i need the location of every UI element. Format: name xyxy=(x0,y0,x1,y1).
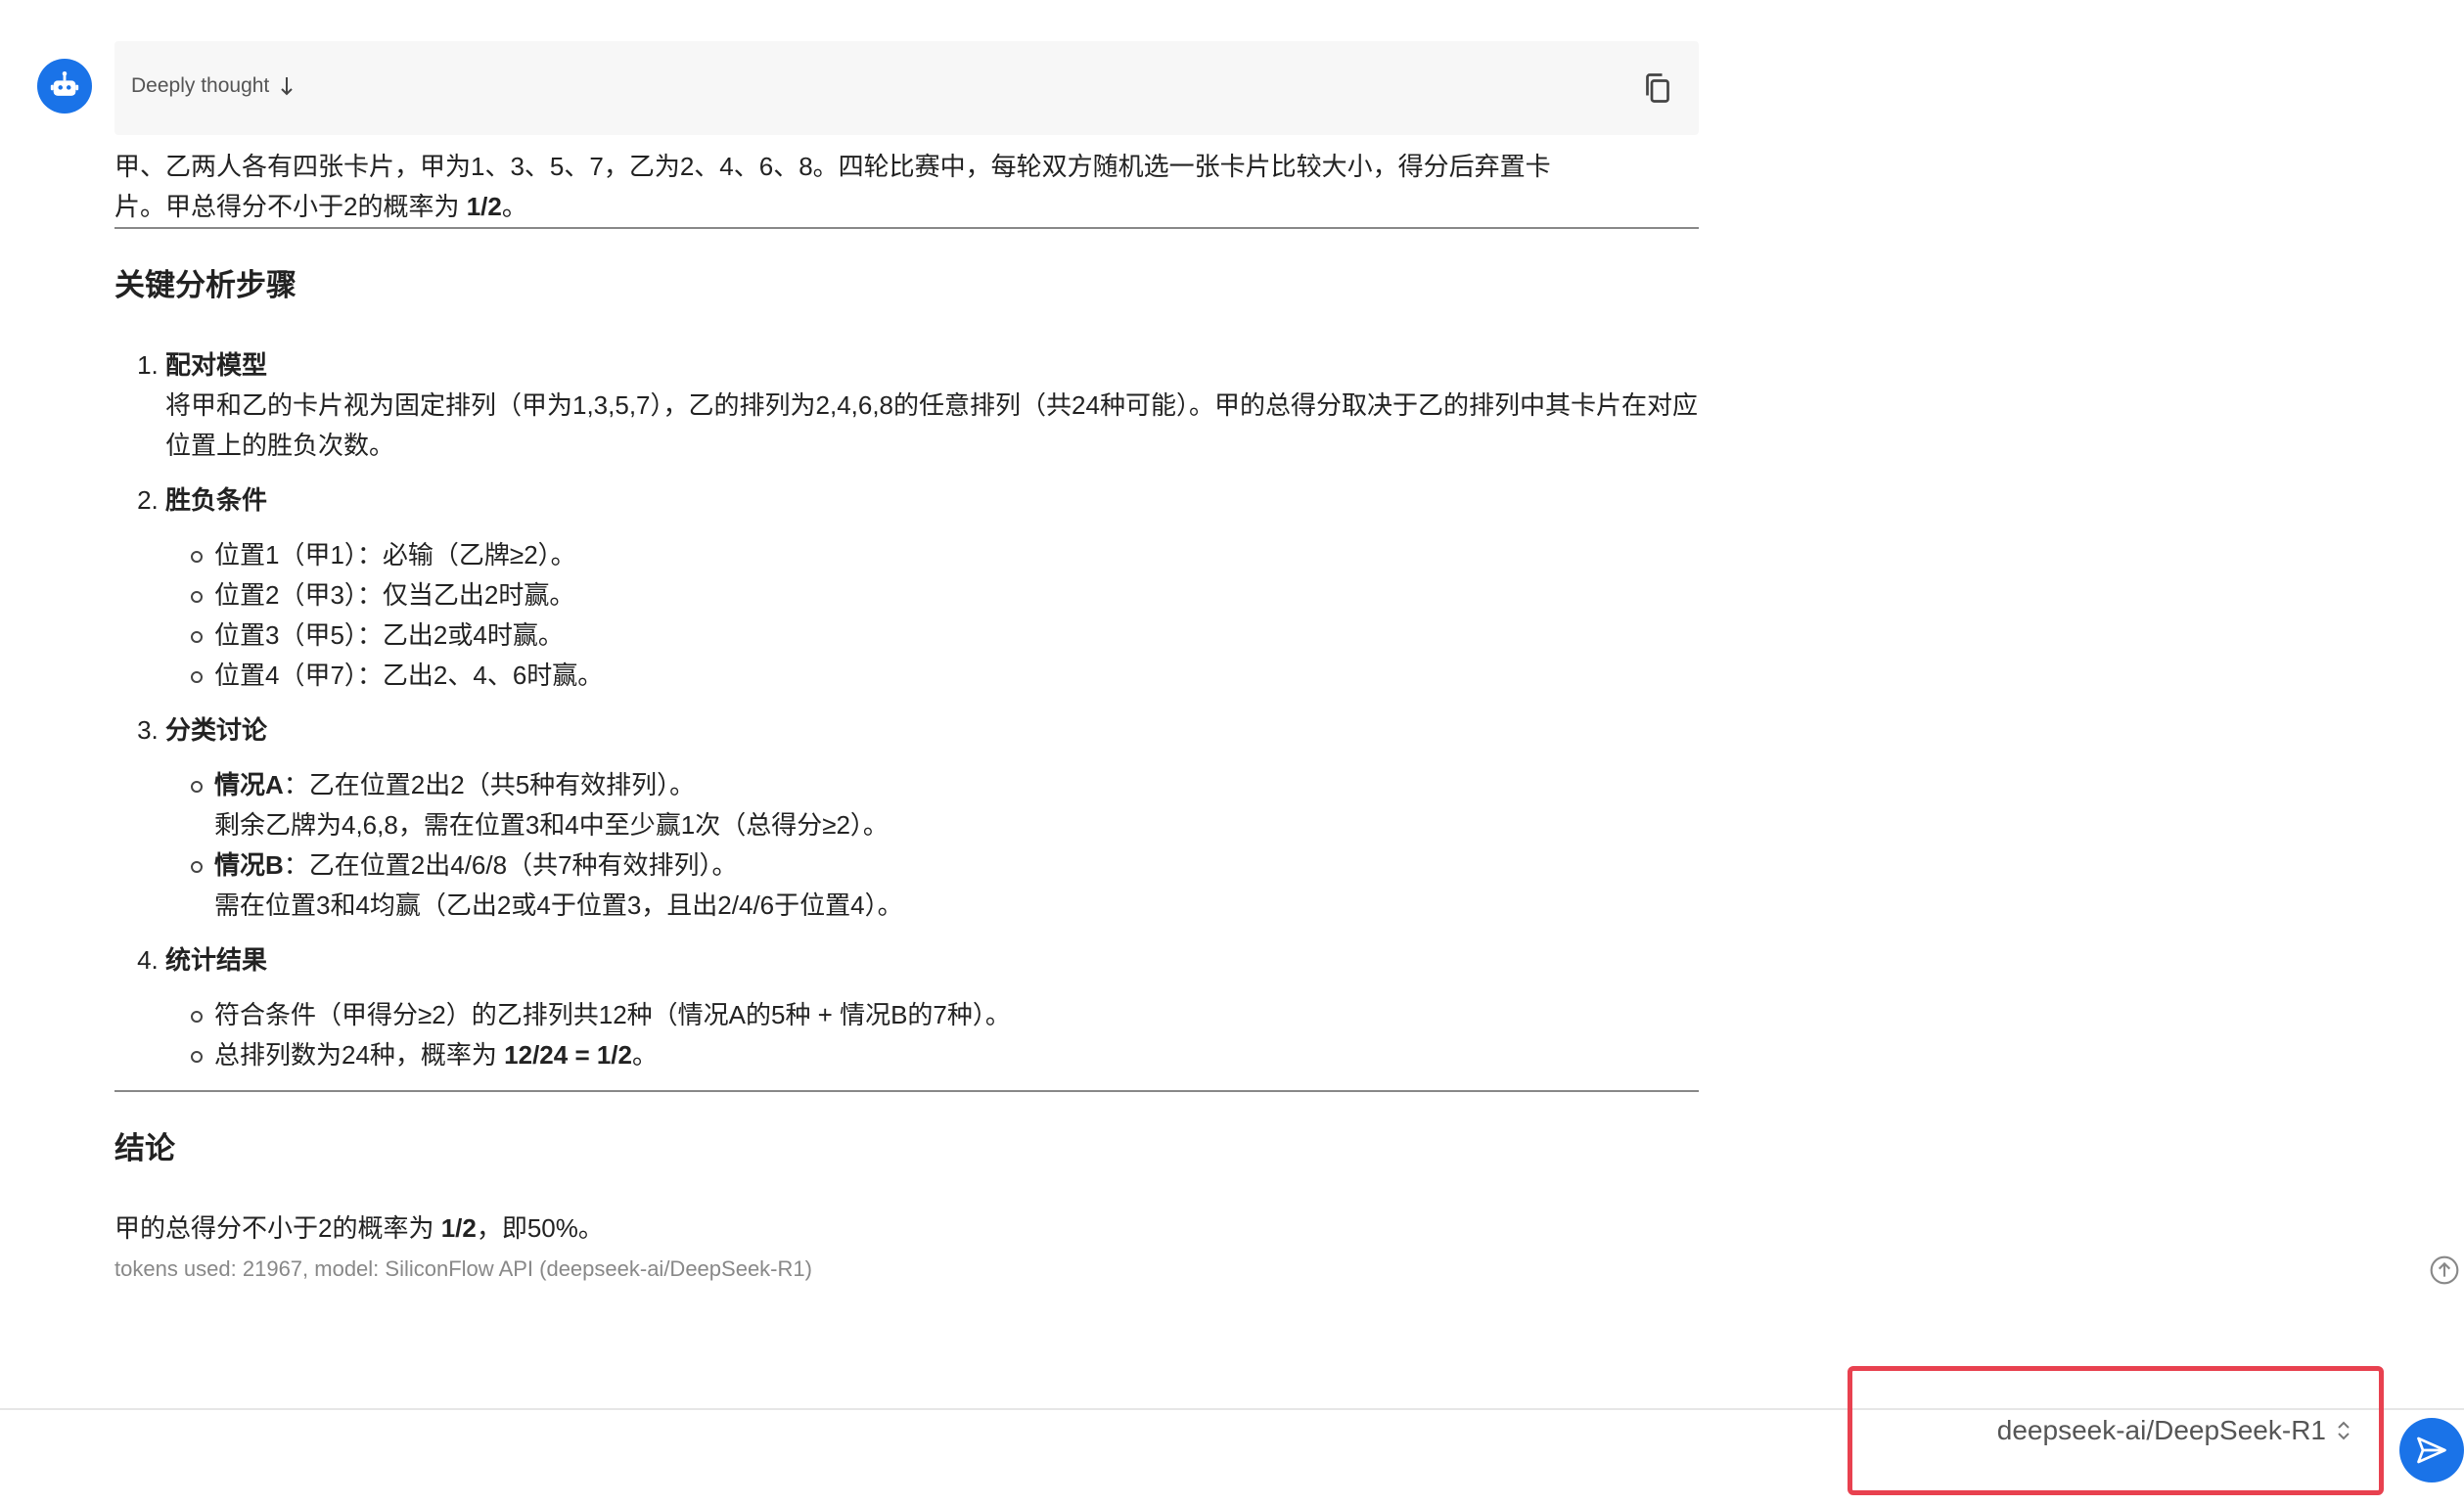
scroll-up-icon xyxy=(2430,1255,2459,1285)
list-item: 符合条件（甲得分≥2）的乙排列共12种（情况A的5种 + 情况B的7种）。 xyxy=(191,995,1699,1035)
chevron-updown-icon xyxy=(2338,1421,2350,1440)
step-title: 统计结果 xyxy=(165,945,268,975)
deeply-thought-toggle[interactable]: Deeply thought xyxy=(131,74,295,98)
result-suffix: 。 xyxy=(632,1040,659,1070)
list-item: 位置1（甲1）：必输（乙牌≥2）。 xyxy=(191,535,1699,575)
thought-label-text: Deeply thought xyxy=(131,74,270,97)
case-detail: 剩余乙牌为4,6,8，需在位置3和4中至少赢1次（总得分≥2）。 xyxy=(214,810,889,840)
assistant-avatar xyxy=(37,59,92,114)
list-item: 情况A：乙在位置2出2（共5种有效排列）。 剩余乙牌为4,6,8，需在位置3和4… xyxy=(191,765,1699,845)
conclusion-value: 1/2 xyxy=(440,1213,477,1243)
copy-button[interactable] xyxy=(1640,70,1675,106)
copy-icon xyxy=(1646,73,1669,103)
step-item: 统计结果 符合条件（甲得分≥2）的乙排列共12种（情况A的5种 + 情况B的7种… xyxy=(165,940,1699,1075)
step-title: 配对模型 xyxy=(165,350,268,380)
model-selector-value: deepseek-ai/DeepSeek-R1 xyxy=(1996,1415,2326,1445)
step-text: 将甲和乙的卡片视为固定排列（甲为1,3,5,7），乙的排列为2,4,6,8的任意… xyxy=(165,390,1698,460)
list-item: 位置3（甲5）：乙出2或4时赢。 xyxy=(191,616,1699,656)
step-item: 胜负条件 位置1（甲1）：必输（乙牌≥2）。 位置2（甲3）：仅当乙出2时赢。 … xyxy=(165,480,1699,696)
divider xyxy=(114,227,1699,229)
list-item: 情况B：乙在位置2出4/6/8（共7种有效排列）。 需在位置3和4均赢（乙出2或… xyxy=(191,845,1699,926)
thought-panel: Deeply thought xyxy=(114,41,1699,135)
send-button[interactable] xyxy=(2399,1418,2464,1482)
conclusion-suffix: ，即50%。 xyxy=(476,1213,604,1243)
model-selector[interactable]: deepseek-ai/DeepSeek-R1 xyxy=(1848,1366,2384,1495)
step-title: 分类讨论 xyxy=(165,715,268,745)
token-usage-note: tokens used: 21967, model: SiliconFlow A… xyxy=(114,1256,812,1281)
step-item: 分类讨论 情况A：乙在位置2出2（共5种有效排列）。 剩余乙牌为4,6,8，需在… xyxy=(165,710,1699,926)
arrow-down-icon xyxy=(281,77,293,96)
intro-line-1: 甲、乙两人各有四张卡片，甲为1、3、5、7，乙为2、4、6、8。四轮比赛中，每轮… xyxy=(114,152,1551,181)
case-text: ：乙在位置2出4/6/8（共7种有效排列）。 xyxy=(283,850,738,880)
list-item: 位置2（甲3）：仅当乙出2时赢。 xyxy=(191,575,1699,616)
step-title: 胜负条件 xyxy=(165,485,268,515)
case-detail: 需在位置3和4均赢（乙出2或4于位置3，且出2/4/6于位置4）。 xyxy=(214,890,903,920)
result-list: 符合条件（甲得分≥2）的乙排列共12种（情况A的5种 + 情况B的7种）。 总排… xyxy=(165,995,1699,1075)
conclusion-heading: 结论 xyxy=(114,1131,175,1165)
case-list: 情况A：乙在位置2出2（共5种有效排列）。 剩余乙牌为4,6,8，需在位置3和4… xyxy=(165,765,1699,926)
intro-suffix: 。 xyxy=(501,192,527,221)
case-label: 情况A xyxy=(214,770,284,799)
send-icon xyxy=(2417,1437,2446,1464)
analysis-heading: 关键分析步骤 xyxy=(114,268,297,302)
result-value: 12/24 = 1/2 xyxy=(504,1040,632,1070)
conclusion-paragraph: 甲的总得分不小于2的概率为 1/2，即50%。 xyxy=(114,1209,1699,1249)
case-label: 情况B xyxy=(214,850,284,880)
chat-page: Deeply thought 甲、乙两人各有四张卡片，甲为1、3、5、7，乙为2… xyxy=(0,0,2464,1505)
list-item: 总排列数为24种，概率为 12/24 = 1/2。 xyxy=(191,1035,1699,1075)
intro-paragraph: 甲、乙两人各有四张卡片，甲为1、3、5、7，乙为2、4、6、8。四轮比赛中，每轮… xyxy=(114,147,1699,227)
scroll-to-top-button[interactable] xyxy=(2429,1254,2460,1286)
analysis-steps: 配对模型 将甲和乙的卡片视为固定排列（甲为1,3,5,7），乙的排列为2,4,6… xyxy=(114,345,1699,1075)
step-item: 配对模型 将甲和乙的卡片视为固定排列（甲为1,3,5,7），乙的排列为2,4,6… xyxy=(165,345,1699,466)
assistant-message: 甲、乙两人各有四张卡片，甲为1、3、5、7，乙为2、4、6、8。四轮比赛中，每轮… xyxy=(114,147,1699,1289)
result-text: 总排列数为24种，概率为 xyxy=(214,1040,505,1070)
intro-answer: 1/2 xyxy=(466,192,502,221)
conclusion-text: 甲的总得分不小于2的概率为 xyxy=(114,1213,441,1243)
intro-line-2: 片。甲总得分不小于2的概率为 xyxy=(114,192,467,221)
case-text: ：乙在位置2出2（共5种有效排列）。 xyxy=(283,770,696,799)
robot-icon xyxy=(50,70,79,96)
divider xyxy=(114,1090,1699,1092)
list-item: 位置4（甲7）：乙出2、4、6时赢。 xyxy=(191,656,1699,696)
condition-list: 位置1（甲1）：必输（乙牌≥2）。 位置2（甲3）：仅当乙出2时赢。 位置3（甲… xyxy=(165,535,1699,696)
